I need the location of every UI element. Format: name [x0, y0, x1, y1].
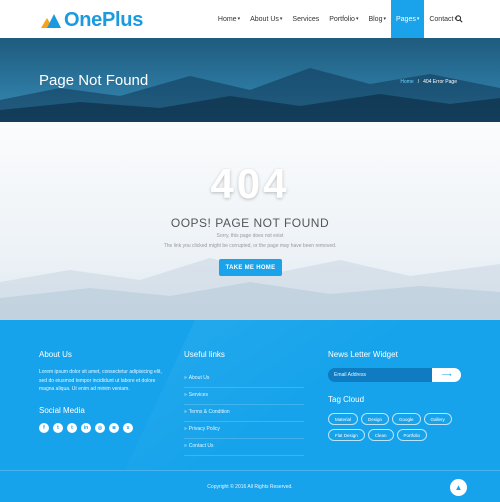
brand-name: OnePlus — [64, 9, 144, 31]
nav-item-label: Pages — [395, 15, 416, 23]
breadcrumb-current: 404 Error Page — [423, 79, 457, 85]
facebook-icon[interactable]: f — [39, 423, 49, 433]
dribbble-icon[interactable]: ◎ — [95, 423, 105, 433]
nav-item-home[interactable]: Home ▾ — [213, 0, 245, 38]
tag[interactable]: Material — [328, 413, 359, 425]
breadcrumb-separator: / — [417, 79, 420, 85]
nav-item-blog[interactable]: Blog ▾ — [363, 0, 391, 38]
nav-item-portfolio[interactable]: Portfolio ▾ — [324, 0, 363, 38]
chevron-down-icon: ▾ — [279, 16, 283, 22]
about-title: About Us — [39, 350, 72, 359]
back-to-top-button[interactable]: ▲ — [450, 479, 467, 496]
tag[interactable]: Portfolio — [396, 429, 428, 441]
footer-link-label: Contact Us — [188, 443, 214, 449]
chevron-right-icon: » — [184, 443, 187, 449]
tag[interactable]: Clean — [367, 429, 394, 441]
footer-link-label: Services — [188, 392, 208, 398]
error-message: Sorry, this page does not exist — [216, 233, 284, 239]
nav-item-label: Contact — [429, 15, 454, 23]
useful-links: » About Us» Services» Terms & Condition» Pri… — [184, 371, 304, 456]
error-section: 404 OOPS! PAGE NOT FOUND Sorry, this pag… — [0, 122, 500, 320]
search-icon[interactable] — [455, 15, 463, 23]
error-detail: The link you clicked might be corrupted,… — [163, 243, 337, 249]
logo-icon — [41, 13, 61, 28]
chevron-right-icon: » — [184, 426, 187, 432]
links-title: Useful links — [184, 350, 225, 359]
linkedin-icon[interactable]: in — [81, 423, 91, 433]
nav-item-label: About Us — [250, 15, 279, 23]
footer-link[interactable]: » Contact Us — [184, 439, 304, 456]
footer-link-label: Privacy Policy — [188, 426, 220, 432]
logo[interactable]: OnePlus — [41, 9, 143, 32]
chevron-down-icon: ▾ — [416, 16, 420, 22]
chevron-right-icon: » — [184, 375, 187, 381]
breadcrumb: Home / 404 Error Page — [400, 79, 457, 85]
nav-item-about-us[interactable]: About Us ▾ — [245, 0, 287, 38]
chevron-down-icon: ▾ — [383, 16, 386, 22]
nav-item-label: Blog — [368, 15, 383, 23]
newsletter-title: News Letter Widget — [328, 350, 398, 359]
error-heading: OOPS! PAGE NOT FOUND — [170, 216, 330, 230]
footer-link[interactable]: » Terms & Condition — [184, 405, 304, 422]
social-title: Social Media — [39, 406, 85, 415]
footer-link-label: Terms & Condition — [188, 409, 230, 415]
about-text: Lorem ipsum dolor sit amet, consectetur … — [39, 369, 162, 392]
social-links: f t t in ◎ ◙ s — [39, 423, 133, 433]
chevron-down-icon: ▾ — [355, 16, 359, 22]
tag[interactable]: Google — [392, 413, 421, 425]
main-nav: Home ▾ About Us ▾ Services Portfolio ▾ Blog ▾ Pag… — [213, 0, 462, 38]
newsletter-submit-button[interactable]: ⟶ — [432, 368, 461, 382]
newsletter-email-input[interactable]: Email Address — [328, 368, 432, 382]
site-header: OnePlus Home ▾ About Us ▾ Services Portfolio ▾… — [0, 0, 500, 38]
instagram-icon[interactable]: ◙ — [109, 423, 119, 433]
page-banner: Page Not Found Home / 404 Error Page — [0, 38, 500, 122]
nav-item-label: Portfolio — [329, 15, 355, 23]
copyright: Copyright © 2016 All Rights Reserved. — [207, 484, 293, 490]
skype-icon[interactable]: s — [123, 423, 133, 433]
nav-item-pages[interactable]: Pages ▾ — [390, 0, 425, 38]
breadcrumb-home[interactable]: Home — [400, 79, 413, 85]
take-me-home-button[interactable]: TAKE ME HOME — [219, 259, 282, 276]
tag[interactable]: Design — [361, 413, 390, 425]
tag-cloud: Material Design Google Gallery Flat Design Cl… — [328, 413, 458, 441]
tag-cloud-title: Tag Cloud — [328, 395, 365, 404]
footer-link[interactable]: » Services — [184, 388, 304, 405]
footer-divider — [0, 470, 500, 471]
footer-link-label: About Us — [188, 375, 210, 381]
nav-item-label: Services — [292, 15, 320, 23]
footer-link[interactable]: » About Us — [184, 371, 304, 388]
nav-item-label: Home — [217, 15, 237, 23]
page-title: Page Not Found — [39, 72, 149, 89]
chevron-right-icon: » — [184, 392, 187, 398]
tag[interactable]: Flat Design — [328, 429, 365, 441]
nav-item-services[interactable]: Services — [287, 0, 324, 38]
twitter-icon[interactable]: t — [53, 423, 63, 433]
error-code: 404 — [210, 160, 290, 207]
tumblr-icon[interactable]: t — [67, 423, 77, 433]
chevron-right-icon: » — [184, 409, 187, 415]
footer-link[interactable]: » Privacy Policy — [184, 422, 304, 439]
tag[interactable]: Gallery — [423, 413, 452, 425]
chevron-down-icon: ▾ — [237, 16, 241, 22]
